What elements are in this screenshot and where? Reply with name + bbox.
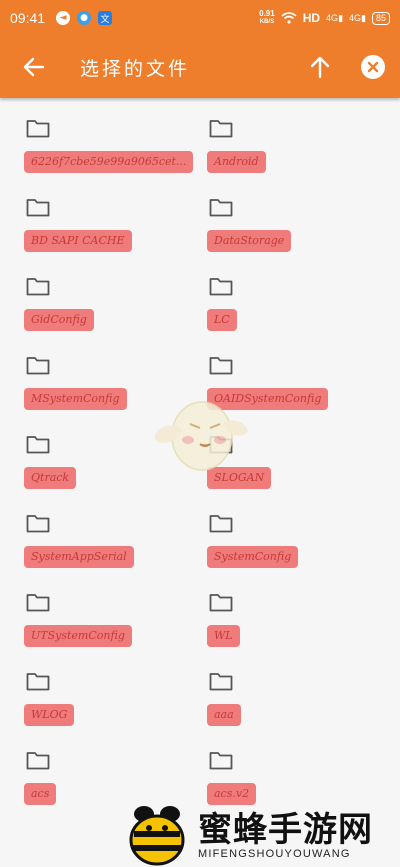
- close-circle-icon: [367, 61, 379, 73]
- file-item[interactable]: aaa: [207, 651, 389, 729]
- file-item[interactable]: SystemConfig: [207, 493, 389, 571]
- file-item[interactable]: UTSystemConfig: [24, 572, 206, 650]
- file-name-label: WL: [207, 625, 240, 647]
- folder-icon: [26, 513, 50, 533]
- folder-icon: [209, 513, 233, 533]
- folder-icon: [26, 276, 50, 296]
- file-item[interactable]: acs: [24, 730, 206, 808]
- file-item[interactable]: SystemAppSerial: [24, 493, 206, 571]
- folder-icon: [26, 592, 50, 612]
- status-bar: 09:41 ◄ ● 文 0.91 KB/S HD 4G▮ 4G▮ 85: [0, 0, 400, 36]
- file-item[interactable]: acs.v2: [207, 730, 389, 808]
- file-item[interactable]: WL: [207, 572, 389, 650]
- file-item[interactable]: WLOG: [24, 651, 206, 729]
- folder-icon: [26, 671, 50, 691]
- file-name-label: LC: [207, 309, 237, 331]
- brand-name: 蜜蜂手游网: [198, 810, 373, 850]
- file-name-label: aaa: [207, 704, 241, 726]
- network-speed-unit: KB/S: [259, 19, 275, 25]
- file-name-label: WLOG: [24, 704, 75, 726]
- back-button[interactable]: [20, 53, 48, 81]
- brand-subtitle: MIFENGSHOUYOUWANG: [198, 848, 351, 860]
- folder-icon: [26, 434, 50, 454]
- file-name-label: UTSystemConfig: [24, 625, 132, 647]
- translate-icon: 文: [98, 11, 113, 25]
- brand-watermark: 蜜蜂手游网 MIFENGSHOUYOUWANG: [118, 800, 400, 867]
- file-name-label: DataStorage: [207, 230, 292, 252]
- file-item[interactable]: 6226f7cbe59e99a9065cet...: [24, 98, 206, 176]
- file-name-label: acs: [24, 783, 57, 805]
- page-title: 选择的文件: [80, 58, 191, 80]
- file-item[interactable]: BD SAPI CACHE: [24, 177, 206, 255]
- battery-indicator: 85: [371, 11, 390, 25]
- file-name-label: SystemConfig: [207, 546, 299, 568]
- signal-1-label: 4G: [326, 12, 339, 23]
- file-item[interactable]: GidConfig: [24, 256, 206, 334]
- folder-icon: [209, 671, 233, 691]
- app-notification-icon: ●: [77, 11, 92, 25]
- file-name-label: SystemAppSerial: [24, 546, 134, 568]
- folder-icon: [26, 118, 50, 138]
- folder-icon: [209, 592, 233, 612]
- signal-2-icon: 4G▮: [349, 12, 366, 23]
- folder-icon: [26, 197, 50, 217]
- file-name-label: MSystemConfig: [24, 388, 127, 410]
- network-speed: 0.91 KB/S: [259, 10, 275, 26]
- network-speed-value: 0.91: [259, 9, 275, 18]
- notification-icon: ◄: [56, 11, 71, 25]
- file-item[interactable]: LC: [207, 256, 389, 334]
- folder-icon: [26, 750, 50, 770]
- signal-1-icon: 4G▮: [326, 12, 344, 23]
- arrow-up-icon: [310, 56, 330, 79]
- folder-icon: [209, 118, 233, 138]
- status-left: 09:41 ◄ ● 文: [10, 10, 113, 26]
- status-right: 0.91 KB/S HD 4G▮ 4G▮ 85: [259, 10, 390, 26]
- bee-logo-icon: [129, 806, 185, 866]
- app-bar: 选择的文件: [0, 36, 400, 98]
- file-name-label: Android: [207, 151, 266, 173]
- folder-icon: [209, 355, 233, 375]
- hd-label: HD: [302, 11, 321, 25]
- file-item[interactable]: Android: [207, 98, 389, 176]
- arrow-left-icon: [23, 57, 45, 77]
- close-button[interactable]: [361, 55, 385, 79]
- file-name-label: 6226f7cbe59e99a9065cet...: [24, 151, 194, 173]
- status-time: 09:41: [10, 10, 46, 26]
- file-name-label: Qtrack: [24, 467, 77, 489]
- folder-icon: [209, 276, 233, 296]
- folder-icon: [209, 750, 233, 770]
- file-item[interactable]: DataStorage: [207, 177, 389, 255]
- bee-mascot-watermark: [154, 401, 248, 471]
- up-directory-button[interactable]: [306, 53, 334, 81]
- folder-icon: [209, 197, 233, 217]
- signal-2-label: 4G: [349, 12, 362, 23]
- file-name-label: BD SAPI CACHE: [24, 230, 132, 252]
- file-name-label: GidConfig: [24, 309, 94, 331]
- wifi-icon: [281, 12, 297, 24]
- folder-icon: [26, 355, 50, 375]
